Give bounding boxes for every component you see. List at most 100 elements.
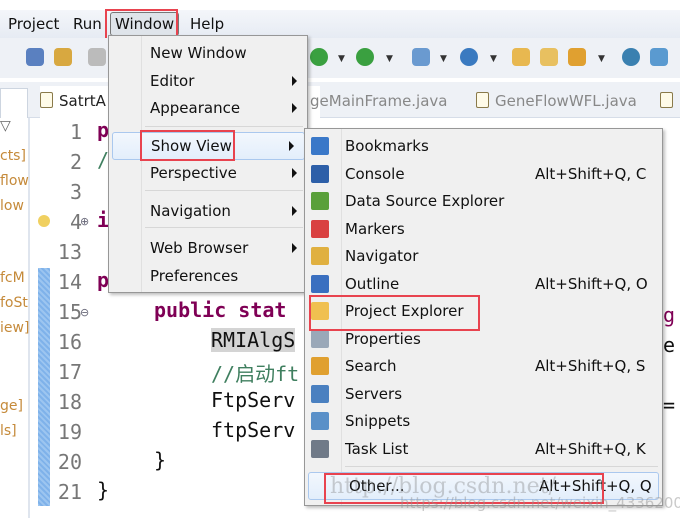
highlight-box-project-explorer [309, 295, 480, 331]
submenu-arrow-icon [289, 141, 294, 151]
code-line: FtpServ [211, 388, 296, 412]
menu-item-shortcut: Alt+Shift+Q, C [535, 164, 647, 183]
search-icon[interactable] [568, 48, 586, 66]
menu-item-bookmarks[interactable]: Bookmarks [305, 133, 662, 159]
collapse-fold-icon[interactable]: ⊖ [80, 306, 89, 319]
line-number: 18 [57, 390, 82, 414]
left-panel-tab[interactable] [0, 88, 28, 118]
menu-item-label: Web Browser [150, 239, 249, 257]
search-icon [311, 357, 329, 375]
toolbar-icon[interactable] [650, 48, 668, 66]
menu-item-label: Navigation [150, 202, 231, 220]
toolbar-icon[interactable] [54, 48, 72, 66]
warning-lightbulb-icon[interactable] [38, 215, 50, 227]
collapse-icon[interactable]: ▽ [0, 118, 11, 134]
tree-item[interactable]: ls] [0, 423, 17, 439]
editor-tab[interactable]: GeneFlowWFL.java [476, 92, 637, 110]
line-number: 1 [69, 120, 82, 144]
tree-item[interactable]: foSt [0, 295, 28, 311]
menu-run[interactable]: Run [73, 15, 102, 33]
code-fragment: g [663, 303, 676, 327]
menu-item-shortcut: Alt+Shift+Q, K [535, 439, 646, 458]
dropdown-arrow-icon[interactable]: ▼ [338, 54, 345, 64]
menu-item-label: Task List [345, 439, 409, 458]
menu-item-web-browser[interactable]: Web Browser [109, 235, 307, 261]
bookmarks-icon [311, 137, 329, 155]
code-line: public stat [154, 298, 287, 322]
line-number: 13 [57, 240, 82, 264]
menu-item-label: New Window [150, 44, 247, 62]
new-server-icon[interactable] [412, 48, 430, 66]
task-list-icon [311, 439, 329, 458]
menu-item-label: Editor [150, 72, 195, 90]
menu-help[interactable]: Help [190, 15, 224, 33]
globe-icon[interactable] [622, 48, 640, 66]
menu-bar: Project Run Window Help [0, 10, 680, 38]
code-fragment: e [663, 333, 676, 357]
dropdown-arrow-icon[interactable]: ▼ [440, 54, 447, 64]
menu-item-label: Markers [345, 219, 405, 238]
tree-item[interactable]: low [0, 198, 24, 214]
menu-item-appearance[interactable]: Appearance [109, 95, 307, 121]
dropdown-arrow-icon[interactable]: ▼ [490, 54, 497, 64]
line-number: 4 [69, 210, 82, 234]
run-external-icon[interactable] [356, 48, 374, 66]
tree-item[interactable]: fcM [0, 270, 25, 286]
editor-tab[interactable]: geMainFrame.java [310, 92, 448, 110]
code-line: } [154, 448, 167, 472]
menu-item-data-source-explorer[interactable]: Data Source Explorer [305, 188, 662, 214]
menu-item-label: Console [345, 164, 405, 183]
menu-item-label: Bookmarks [345, 137, 429, 155]
menu-item-label: Data Source Explorer [345, 192, 505, 210]
open-folder-icon[interactable] [512, 48, 530, 66]
run-icon[interactable] [310, 48, 328, 66]
menu-item-snippets[interactable]: Snippets [305, 408, 662, 434]
open-folder-icon[interactable] [540, 48, 558, 66]
code-line: RMIAlgS [211, 328, 296, 352]
submenu-arrow-icon [292, 243, 297, 253]
menu-item-label: Search [345, 357, 397, 375]
toolbar: ▼ ▼ ▼ ▼ ▼ [0, 38, 680, 78]
line-number: 3 [69, 180, 82, 204]
servers-icon [311, 384, 329, 403]
menu-item-label: Outline [345, 274, 400, 293]
tree-item[interactable]: cts] [0, 148, 26, 164]
menu-separator [145, 227, 303, 228]
menu-item-new-window[interactable]: New Window [109, 40, 307, 66]
java-file-icon [40, 92, 53, 108]
dropdown-arrow-icon[interactable]: ▼ [386, 54, 393, 64]
menu-item-navigation[interactable]: Navigation [109, 198, 307, 224]
menu-project[interactable]: Project [8, 15, 59, 33]
code-fragment: = [663, 393, 676, 417]
tree-item[interactable]: iew] [0, 320, 29, 336]
line-number: 19 [57, 420, 82, 444]
menu-item-markers[interactable]: Markers [305, 216, 662, 242]
menu-item-task-list[interactable]: Task List Alt+Shift+Q, K [305, 436, 662, 462]
menu-item-navigator[interactable]: Navigator [305, 243, 662, 269]
line-number: 21 [57, 480, 82, 504]
expand-icon[interactable]: ⊕ [80, 215, 89, 228]
menu-item-label: Appearance [150, 99, 241, 117]
navigator-icon [311, 247, 329, 265]
editor-tab-row: SatrtA geMainFrame.java GeneFlowWFL.java [0, 82, 680, 118]
menu-item-perspective[interactable]: Perspective [109, 160, 307, 186]
menu-item-servers[interactable]: Servers [305, 381, 662, 407]
menu-item-search[interactable]: Search Alt+Shift+Q, S [305, 353, 662, 379]
tree-item[interactable]: flow [0, 173, 29, 189]
menu-item-preferences[interactable]: Preferences [109, 263, 307, 289]
toolbar-icon[interactable] [26, 48, 44, 66]
highlight-box-show-view [140, 130, 235, 161]
submenu-arrow-icon [292, 103, 297, 113]
console-icon [311, 164, 329, 183]
new-class-icon[interactable] [460, 48, 478, 66]
menu-item-outline[interactable]: Outline Alt+Shift+Q, O [305, 271, 662, 297]
editor-tab[interactable] [660, 92, 679, 110]
menu-item-label: Properties [345, 329, 421, 348]
menu-item-console[interactable]: Console Alt+Shift+Q, C [305, 161, 662, 187]
menu-item-label: Perspective [150, 164, 237, 182]
menu-item-editor[interactable]: Editor [109, 68, 307, 94]
line-number: 16 [57, 330, 82, 354]
tree-item[interactable]: ge] [0, 398, 23, 414]
dropdown-arrow-icon[interactable]: ▼ [598, 54, 605, 64]
toolbar-icon[interactable] [88, 48, 106, 66]
